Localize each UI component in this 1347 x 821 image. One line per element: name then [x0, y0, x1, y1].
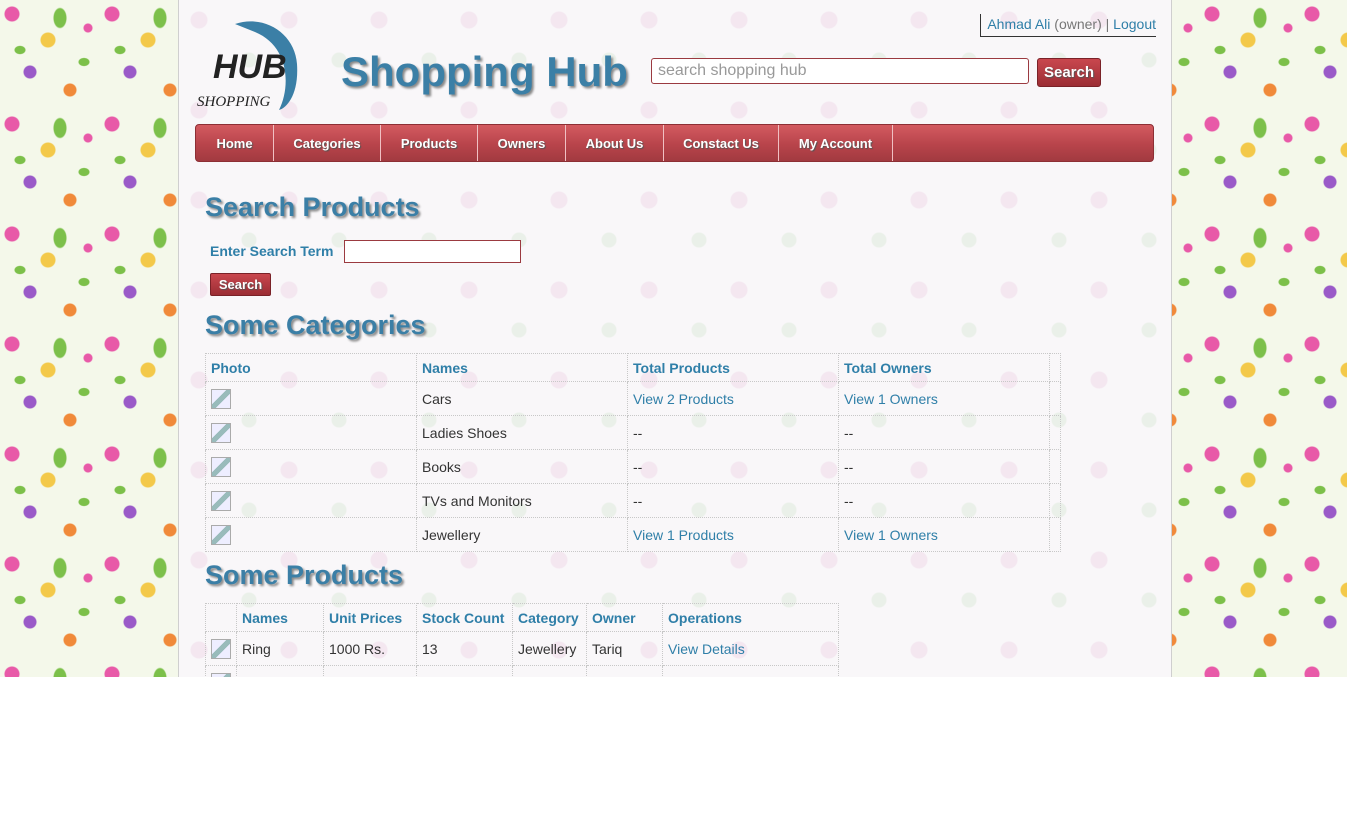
table-row: TVs and Monitors -- -- — [205, 483, 1061, 518]
category-owners: -- — [838, 483, 1050, 518]
view-products-link[interactable]: View 2 Products — [633, 391, 734, 407]
site-title: Shopping Hub — [341, 48, 628, 95]
col-photo: Photo — [205, 353, 417, 382]
product-category: Jewellery — [512, 631, 587, 666]
search-products-heading: Search Products — [205, 192, 420, 222]
col-image — [205, 603, 237, 632]
product-price: 1000 Rs. — [323, 631, 417, 666]
products-table: Names Unit Prices Stock Count Category O… — [205, 603, 839, 677]
category-products: -- — [627, 415, 839, 450]
view-owners-link[interactable]: View 1 Owners — [844, 391, 938, 407]
view-owners-link[interactable]: View 1 Owners — [844, 527, 938, 543]
col-names: Names — [416, 353, 628, 382]
category-name: Cars — [416, 381, 628, 416]
nav-owners[interactable]: Owners — [478, 125, 566, 161]
categories-heading: Some Categories — [205, 310, 426, 340]
table-row: Ring 1000 Rs. 13 Jewellery Tariq View De… — [205, 631, 839, 666]
product-owner: Tariq — [586, 631, 663, 666]
col-owner: Owner — [586, 603, 663, 632]
category-owners: -- — [838, 415, 1050, 450]
nav-contact-us[interactable]: Constact Us — [664, 125, 779, 161]
logo-shopping-text: SHOPPING — [197, 94, 270, 110]
nav-categories[interactable]: Categories — [274, 125, 381, 161]
col-total-owners: Total Owners — [838, 353, 1050, 382]
category-name: Books — [416, 449, 628, 484]
logo-hub-text: HUB — [213, 48, 287, 86]
table-row: Ladies Shoes -- -- — [205, 415, 1061, 450]
header-search-button[interactable]: Search — [1037, 58, 1101, 87]
product-stock: 13 — [416, 631, 513, 666]
col-operations: Operations — [662, 603, 839, 632]
col-stock-count: Stock Count — [416, 603, 513, 632]
nav-products[interactable]: Products — [381, 125, 478, 161]
table-row — [205, 665, 839, 677]
user-name-link[interactable]: Ahmad Ali — [987, 16, 1050, 32]
user-box: Ahmad Ali (owner) | Logout — [980, 14, 1156, 37]
nav-my-account[interactable]: My Account — [779, 125, 893, 161]
main-nav: Home Categories Products Owners About Us… — [195, 124, 1154, 162]
table-row: Books -- -- — [205, 449, 1061, 484]
category-name: Ladies Shoes — [416, 415, 628, 450]
site-logo[interactable]: HUB SHOPPING — [195, 16, 305, 112]
products-heading: Some Products — [205, 560, 404, 590]
header-search-input[interactable] — [651, 58, 1029, 84]
logo-graphic: HUB SHOPPING — [197, 21, 298, 110]
category-photo[interactable] — [211, 490, 231, 511]
category-products: -- — [627, 483, 839, 518]
table-row: Jewellery View 1 Products View 1 Owners — [205, 517, 1061, 552]
table-header-row: Photo Names Total Products Total Owners — [205, 353, 1061, 382]
category-photo[interactable] — [211, 524, 231, 545]
view-products-link[interactable]: View 1 Products — [633, 527, 734, 543]
category-photo[interactable] — [211, 456, 231, 477]
page-container: HUB SHOPPING Shopping Hub Ahmad Ali (own… — [178, 0, 1172, 677]
logout-link[interactable]: Logout — [1113, 16, 1156, 32]
product-name: Ring — [236, 631, 324, 666]
user-role: (owner) — [1054, 16, 1102, 32]
nav-about-us[interactable]: About Us — [566, 125, 664, 161]
search-term-label: Enter Search Term — [210, 243, 334, 259]
table-row: Cars View 2 Products View 1 Owners — [205, 381, 1061, 416]
category-products: -- — [627, 449, 839, 484]
category-photo[interactable] — [211, 422, 231, 443]
category-owners: -- — [838, 449, 1050, 484]
col-unit-prices: Unit Prices — [323, 603, 417, 632]
nav-home[interactable]: Home — [196, 125, 274, 161]
categories-table: Photo Names Total Products Total Owners … — [205, 353, 1061, 552]
search-term-input[interactable] — [344, 240, 521, 263]
category-name: TVs and Monitors — [416, 483, 628, 518]
col-total-products: Total Products — [627, 353, 839, 382]
category-name: Jewellery — [416, 517, 628, 552]
product-photo[interactable] — [211, 672, 231, 677]
table-header-row: Names Unit Prices Stock Count Category O… — [205, 603, 839, 632]
search-products-button[interactable]: Search — [210, 273, 271, 296]
col-category: Category — [512, 603, 587, 632]
product-photo[interactable] — [211, 638, 231, 659]
category-photo[interactable] — [211, 388, 231, 409]
col-names: Names — [236, 603, 324, 632]
view-details-link[interactable]: View Details — [668, 641, 745, 657]
user-separator: | — [1105, 16, 1110, 32]
